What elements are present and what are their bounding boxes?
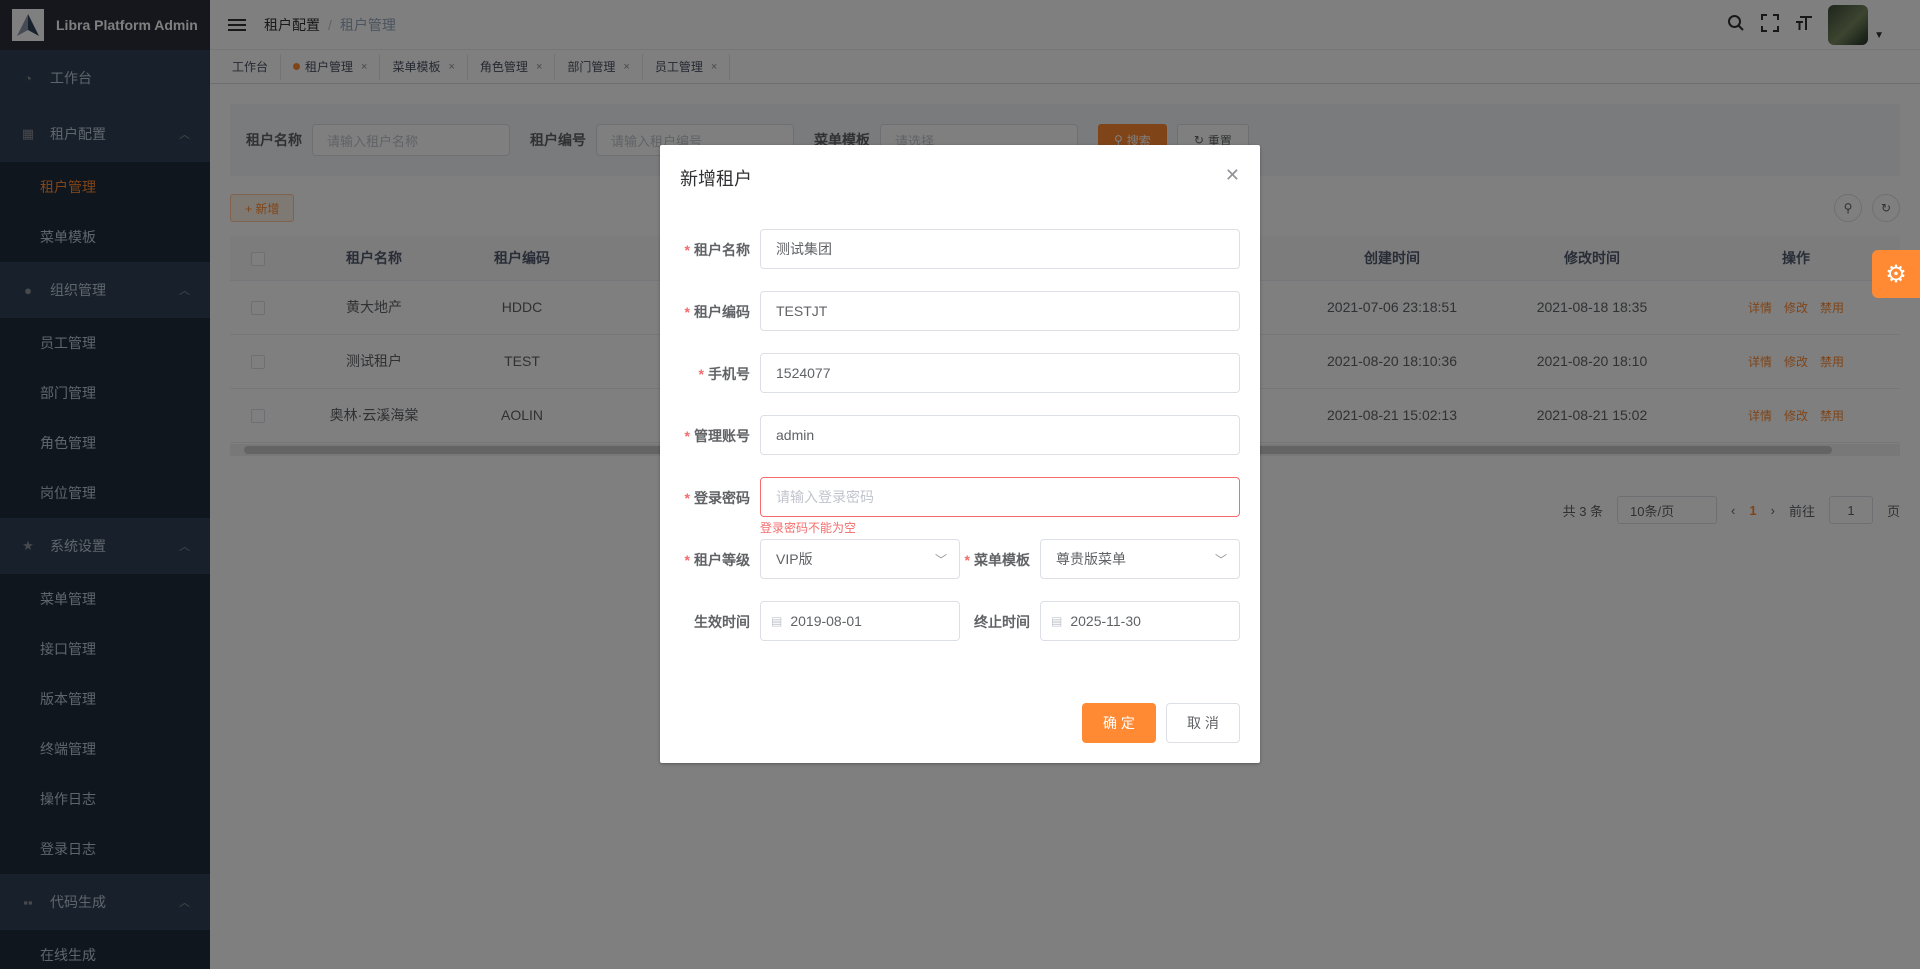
dialog-title: 新增租户: [680, 169, 752, 189]
tenant-name-field-label: * 租户名称: [684, 242, 750, 258]
calendar-icon: ▤: [1051, 614, 1063, 628]
confirm-button[interactable]: 确 定: [1082, 703, 1156, 743]
tenant-code-field-label: * 租户编码: [684, 304, 750, 320]
tenant-code-field[interactable]: TESTJT: [760, 291, 1240, 331]
tenant-level-select[interactable]: VIP版 ﹀: [760, 539, 960, 579]
chevron-down-icon: ﹀: [1214, 552, 1227, 567]
level-field-label: * 租户等级: [684, 552, 750, 568]
admin-account-field[interactable]: admin: [760, 415, 1240, 455]
close-icon[interactable]: ✕: [1225, 165, 1240, 186]
phone-field-label: * 手机号: [698, 366, 750, 382]
calendar-icon: ▤: [771, 614, 783, 628]
start-date-picker[interactable]: ▤ 2019-08-01: [760, 601, 960, 641]
start-date-label: 生效时间: [694, 614, 750, 630]
end-date-picker[interactable]: ▤ 2025-11-30: [1040, 601, 1240, 641]
cancel-button[interactable]: 取 消: [1166, 703, 1240, 743]
menu-template-field-select[interactable]: 尊贵版菜单 ﹀: [1040, 539, 1240, 579]
password-error-message: 登录密码不能为空: [760, 521, 857, 535]
tenant-name-field[interactable]: 测试集团: [760, 229, 1240, 269]
template-field-label: * 菜单模板: [964, 552, 1030, 568]
account-field-label: * 管理账号: [684, 428, 750, 444]
password-field[interactable]: 请输入登录密码: [760, 477, 1240, 517]
end-date-label: 终止时间: [974, 614, 1030, 630]
phone-field[interactable]: 1524077: [760, 353, 1240, 393]
add-tenant-dialog: 新增租户 ✕ * 租户名称 测试集团 * 租户编码 TESTJT * 手机号 1524…: [660, 145, 1260, 763]
settings-gear-icon[interactable]: ⚙: [1872, 250, 1920, 298]
password-field-label: * 登录密码: [684, 490, 750, 506]
